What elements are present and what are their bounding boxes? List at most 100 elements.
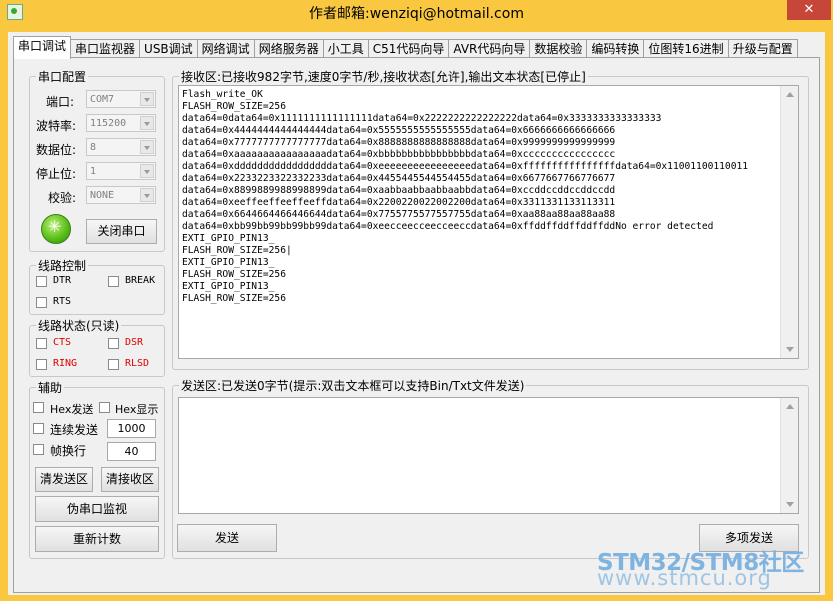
receive-line: data64=0x2233223322332233data64=0x445544… — [182, 173, 616, 184]
line-control-title: 线路控制 — [38, 259, 87, 273]
stopbits-label: 停止位: — [36, 167, 77, 181]
receive-line: data64=0xaaaaaaaaaaaaaaaadata64=0xbbbbbb… — [182, 149, 616, 160]
hex-display-checkbox[interactable] — [99, 402, 110, 413]
send-scrollbar[interactable] — [780, 398, 798, 513]
tab-avr-wizard[interactable]: AVR代码向导 — [448, 39, 531, 59]
chevron-down-icon — [140, 140, 154, 154]
tab-encoding[interactable]: 编码转换 — [586, 39, 645, 59]
break-label: BREAK — [125, 275, 156, 286]
port-label: 端口: — [46, 95, 75, 109]
databits-value: 8 — [90, 142, 97, 153]
dtr-checkbox[interactable] — [36, 276, 47, 287]
port-value: COM7 — [90, 94, 115, 105]
receive-line: data64=0xdddddddddddddddddata64=0xeeeeee… — [182, 161, 749, 172]
receive-line: data64=0data64=0x1111111111111111data64=… — [182, 113, 662, 124]
chevron-down-icon — [140, 164, 154, 178]
parity-select[interactable]: NONE — [86, 186, 156, 204]
chevron-down-icon — [140, 116, 154, 130]
close-port-button[interactable]: 关闭串口 — [86, 219, 157, 244]
rts-checkbox[interactable] — [36, 297, 47, 308]
databits-select[interactable]: 8 — [86, 138, 156, 156]
stopbits-value: 1 — [90, 166, 97, 177]
receive-line: data64=0x4444444444444444data64=0x555555… — [182, 125, 616, 136]
receive-title: 接收区:已接收982字节,速度0字节/秒,接收状态[允许],输出文本状态[已停止… — [181, 70, 586, 84]
receive-line: FLASH_ROW_SIZE=256 — [182, 269, 286, 280]
baud-select[interactable]: 115200 — [86, 114, 156, 132]
tab-data-checksum[interactable]: 数据校验 — [529, 39, 588, 59]
chevron-down-icon — [140, 92, 154, 106]
line-status-title: 线路状态(只读) — [38, 319, 120, 333]
line-control-group: 线路控制 — [29, 257, 165, 315]
continuous-send-checkbox[interactable] — [33, 423, 44, 434]
baud-label: 波特率: — [36, 119, 77, 133]
receive-line: data64=0xeeffeeffeeffeeffdata64=0x220022… — [182, 197, 616, 208]
dtr-label: DTR — [53, 275, 72, 286]
serial-config-title: 串口配置 — [38, 70, 87, 84]
receive-line: FLASH_ROW_SIZE=256| — [182, 245, 292, 256]
cts-label: CTS — [53, 337, 72, 348]
clear-receive-button[interactable]: 清接收区 — [101, 467, 159, 492]
tab-network-debug[interactable]: 网络调试 — [196, 39, 255, 59]
tab-tools[interactable]: 小工具 — [322, 39, 369, 59]
scroll-up-icon[interactable] — [781, 86, 798, 103]
title-bar: 作者邮箱:wenziqi@hotmail.com ✕ — [0, 0, 833, 24]
continuous-send-label: 连续发送 — [50, 423, 99, 437]
tab-serial-debug[interactable]: 串口调试 — [13, 36, 72, 59]
rts-label: RTS — [53, 296, 72, 307]
continuous-interval-input[interactable]: 1000 — [107, 419, 156, 438]
aux-title: 辅助 — [38, 381, 63, 395]
port-status-icon — [41, 214, 71, 244]
recount-button[interactable]: 重新计数 — [35, 526, 159, 552]
receive-textarea[interactable]: Flash_write_OK FLASH_ROW_SIZE=256 data64=0… — [178, 85, 799, 359]
hex-display-label: Hex显示 — [115, 403, 159, 416]
receive-line: data64=0x8899889988998899data64=0xaabbaa… — [182, 185, 616, 196]
scroll-down-icon[interactable] — [781, 496, 798, 513]
receive-line: data64=0xbb99bb99bb99bb99data64=0xeeccee… — [182, 221, 714, 232]
frame-newline-checkbox[interactable] — [33, 444, 44, 455]
parity-label: 校验: — [48, 191, 77, 205]
parity-value: NONE — [90, 190, 115, 201]
tab-c51-wizard[interactable]: C51代码向导 — [367, 39, 450, 59]
break-checkbox[interactable] — [108, 276, 119, 287]
port-select[interactable]: COM7 — [86, 90, 156, 108]
ring-checkbox — [36, 359, 47, 370]
receive-line: data64=0x6644664466446644data64=0x775577… — [182, 209, 616, 220]
virtual-monitor-button[interactable]: 伪串口监视 — [35, 496, 159, 522]
rlsd-checkbox — [108, 359, 119, 370]
receive-line: EXTI_GPIO_PIN13_ — [182, 233, 275, 244]
receive-line: data64=0x7777777777777777data64=0x888888… — [182, 137, 616, 148]
send-title: 发送区:已发送0字节(提示:双击文本框可以支持Bin/Txt文件发送) — [181, 379, 525, 393]
cts-checkbox — [36, 338, 47, 349]
stopbits-select[interactable]: 1 — [86, 162, 156, 180]
dsr-checkbox — [108, 338, 119, 349]
send-button[interactable]: 发送 — [177, 524, 277, 552]
tab-upgrade-config[interactable]: 升级与配置 — [727, 39, 798, 59]
hex-send-checkbox[interactable] — [33, 402, 44, 413]
frame-newline-label: 帧换行 — [50, 444, 87, 458]
receive-text-content: Flash_write_OK FLASH_ROW_SIZE=256 data64=0… — [182, 89, 748, 305]
tab-network-server[interactable]: 网络服务器 — [253, 39, 324, 59]
receive-line: FLASH_ROW_SIZE=256 — [182, 293, 286, 304]
databits-label: 数据位: — [36, 143, 77, 157]
tab-strip: 串口调试 串口监视器 USB调试 网络调试 网络服务器 小工具 C51代码向导 … — [13, 36, 798, 59]
send-textarea[interactable] — [178, 397, 799, 514]
rlsd-label: RLSD — [125, 358, 150, 369]
dsr-label: DSR — [125, 337, 144, 348]
scroll-up-icon[interactable] — [781, 398, 798, 415]
tab-usb-debug[interactable]: USB调试 — [139, 39, 198, 59]
receive-line: EXTI_GPIO_PIN13_ — [182, 257, 275, 268]
ring-label: RING — [53, 358, 78, 369]
receive-line: FLASH_ROW_SIZE=256 — [182, 101, 286, 112]
clear-send-button[interactable]: 清发送区 — [35, 467, 93, 492]
hex-send-label: Hex发送 — [50, 403, 94, 416]
baud-value: 115200 — [90, 118, 127, 129]
tab-serial-monitor[interactable]: 串口监视器 — [70, 39, 141, 59]
scroll-down-icon[interactable] — [781, 341, 798, 358]
watermark-url: www.stmcu.org — [597, 566, 772, 590]
receive-line: Flash_write_OK — [182, 89, 263, 100]
receive-scrollbar[interactable] — [780, 86, 798, 358]
close-window-button[interactable]: ✕ — [787, 0, 831, 20]
window-title: 作者邮箱:wenziqi@hotmail.com — [309, 6, 524, 22]
frame-value-input[interactable]: 40 — [107, 442, 156, 461]
tab-bitmap-hex[interactable]: 位图转16进制 — [643, 39, 729, 59]
